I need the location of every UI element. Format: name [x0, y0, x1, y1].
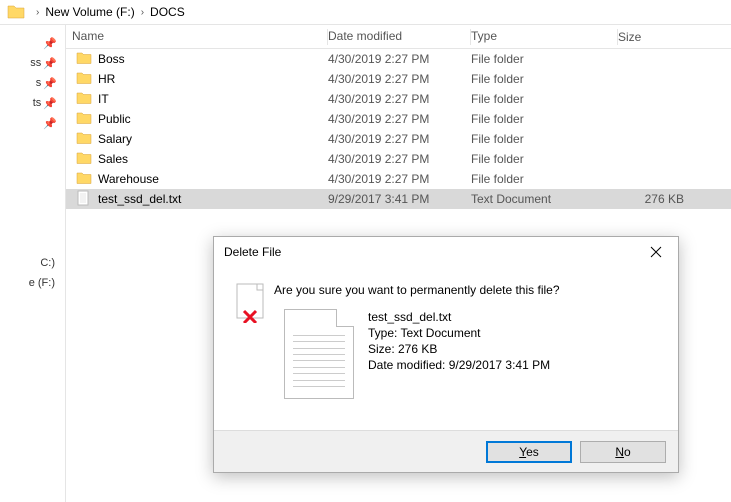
breadcrumb-folder[interactable]: DOCS [150, 5, 185, 19]
column-header-name[interactable]: Name [66, 29, 328, 45]
pin-icon: 📌 [43, 97, 57, 110]
file-row[interactable]: IT 4/30/2019 2:27 PMFile folder [66, 89, 731, 109]
delete-file-dialog: Delete File Are you sure you want to per… [213, 236, 679, 473]
breadcrumb-drive[interactable]: New Volume (F:) [45, 5, 134, 19]
file-row[interactable]: test_ssd_del.txt 9/29/2017 3:41 PMText Do… [66, 189, 731, 209]
pin-icon: 📌 [43, 77, 57, 90]
quick-access-item[interactable]: ss📌 [0, 53, 65, 73]
dialog-title: Delete File [224, 245, 281, 259]
file-row[interactable]: Public 4/30/2019 2:27 PMFile folder [66, 109, 731, 129]
pin-icon: 📌 [43, 57, 57, 70]
quick-access-item[interactable]: 📌 [0, 113, 65, 133]
file-name: Sales [98, 152, 128, 166]
file-date: 4/30/2019 2:27 PM [328, 112, 471, 126]
text-file-icon [76, 190, 92, 209]
folder-icon [76, 70, 92, 89]
file-date: 4/30/2019 2:27 PM [328, 152, 471, 166]
file-name: HR [98, 72, 115, 86]
pin-icon: 📌 [43, 117, 57, 130]
nav-drive-f[interactable]: e (F:) [0, 273, 65, 293]
detail-size: Size: 276 KB [368, 341, 550, 357]
column-header-type[interactable]: Type [471, 29, 618, 45]
dialog-titlebar[interactable]: Delete File [214, 237, 678, 267]
pin-icon: 📌 [43, 37, 57, 50]
quick-access-item[interactable]: s📌 [0, 73, 65, 93]
quick-access-item[interactable]: 📌 [0, 33, 65, 53]
file-row[interactable]: Sales 4/30/2019 2:27 PMFile folder [66, 149, 731, 169]
dialog-buttons: Yes No [214, 430, 678, 472]
detail-date: Date modified: 9/29/2017 3:41 PM [368, 357, 550, 373]
file-name: Warehouse [98, 172, 159, 186]
file-type: File folder [471, 72, 618, 86]
delete-document-icon [230, 279, 274, 399]
close-icon [650, 246, 662, 258]
file-type: File folder [471, 112, 618, 126]
file-name: IT [98, 92, 109, 106]
file-type: File folder [471, 152, 618, 166]
yes-button[interactable]: Yes [486, 441, 572, 463]
file-name: Boss [98, 52, 125, 66]
file-name: test_ssd_del.txt [98, 192, 181, 206]
file-date: 9/29/2017 3:41 PM [328, 192, 471, 206]
file-type: File folder [471, 172, 618, 186]
chevron-right-icon[interactable]: › [141, 7, 144, 18]
folder-icon [76, 50, 92, 69]
column-header-size[interactable]: Size [618, 30, 688, 44]
file-type: File folder [471, 52, 618, 66]
file-size: 276 KB [618, 192, 688, 206]
file-type: File folder [471, 92, 618, 106]
file-name: Public [98, 112, 131, 126]
chevron-right-icon[interactable]: › [36, 7, 39, 18]
detail-type: Type: Text Document [368, 325, 550, 341]
file-date: 4/30/2019 2:27 PM [328, 92, 471, 106]
file-row[interactable]: Warehouse 4/30/2019 2:27 PMFile folder [66, 169, 731, 189]
dialog-message: Are you sure you want to permanently del… [274, 279, 662, 309]
file-date: 4/30/2019 2:27 PM [328, 52, 471, 66]
file-name: Salary [98, 132, 132, 146]
folder-icon [76, 170, 92, 189]
folder-icon [6, 2, 26, 22]
file-thumbnail-icon [284, 309, 354, 399]
no-button[interactable]: No [580, 441, 666, 463]
folder-icon [76, 150, 92, 169]
column-headers: Name Date modified Type Size [66, 25, 731, 49]
file-date: 4/30/2019 2:27 PM [328, 72, 471, 86]
file-date: 4/30/2019 2:27 PM [328, 172, 471, 186]
file-row[interactable]: Salary 4/30/2019 2:27 PMFile folder [66, 129, 731, 149]
breadcrumb[interactable]: › New Volume (F:) › DOCS [0, 0, 731, 25]
file-details: test_ssd_del.txt Type: Text Document Siz… [368, 309, 550, 373]
file-date: 4/30/2019 2:27 PM [328, 132, 471, 146]
detail-filename: test_ssd_del.txt [368, 309, 550, 325]
quick-access-item[interactable]: ts📌 [0, 93, 65, 113]
folder-icon [76, 90, 92, 109]
folder-icon [76, 110, 92, 129]
file-row[interactable]: Boss 4/30/2019 2:27 PMFile folder [66, 49, 731, 69]
file-type: Text Document [471, 192, 618, 206]
navigation-pane[interactable]: 📌 ss📌 s📌 ts📌 📌 C:) e (F:) [0, 25, 66, 502]
file-type: File folder [471, 132, 618, 146]
column-header-date[interactable]: Date modified [328, 29, 471, 45]
folder-icon [76, 130, 92, 149]
nav-drive-c[interactable]: C:) [0, 253, 65, 273]
close-button[interactable] [636, 238, 676, 266]
file-row[interactable]: HR 4/30/2019 2:27 PMFile folder [66, 69, 731, 89]
